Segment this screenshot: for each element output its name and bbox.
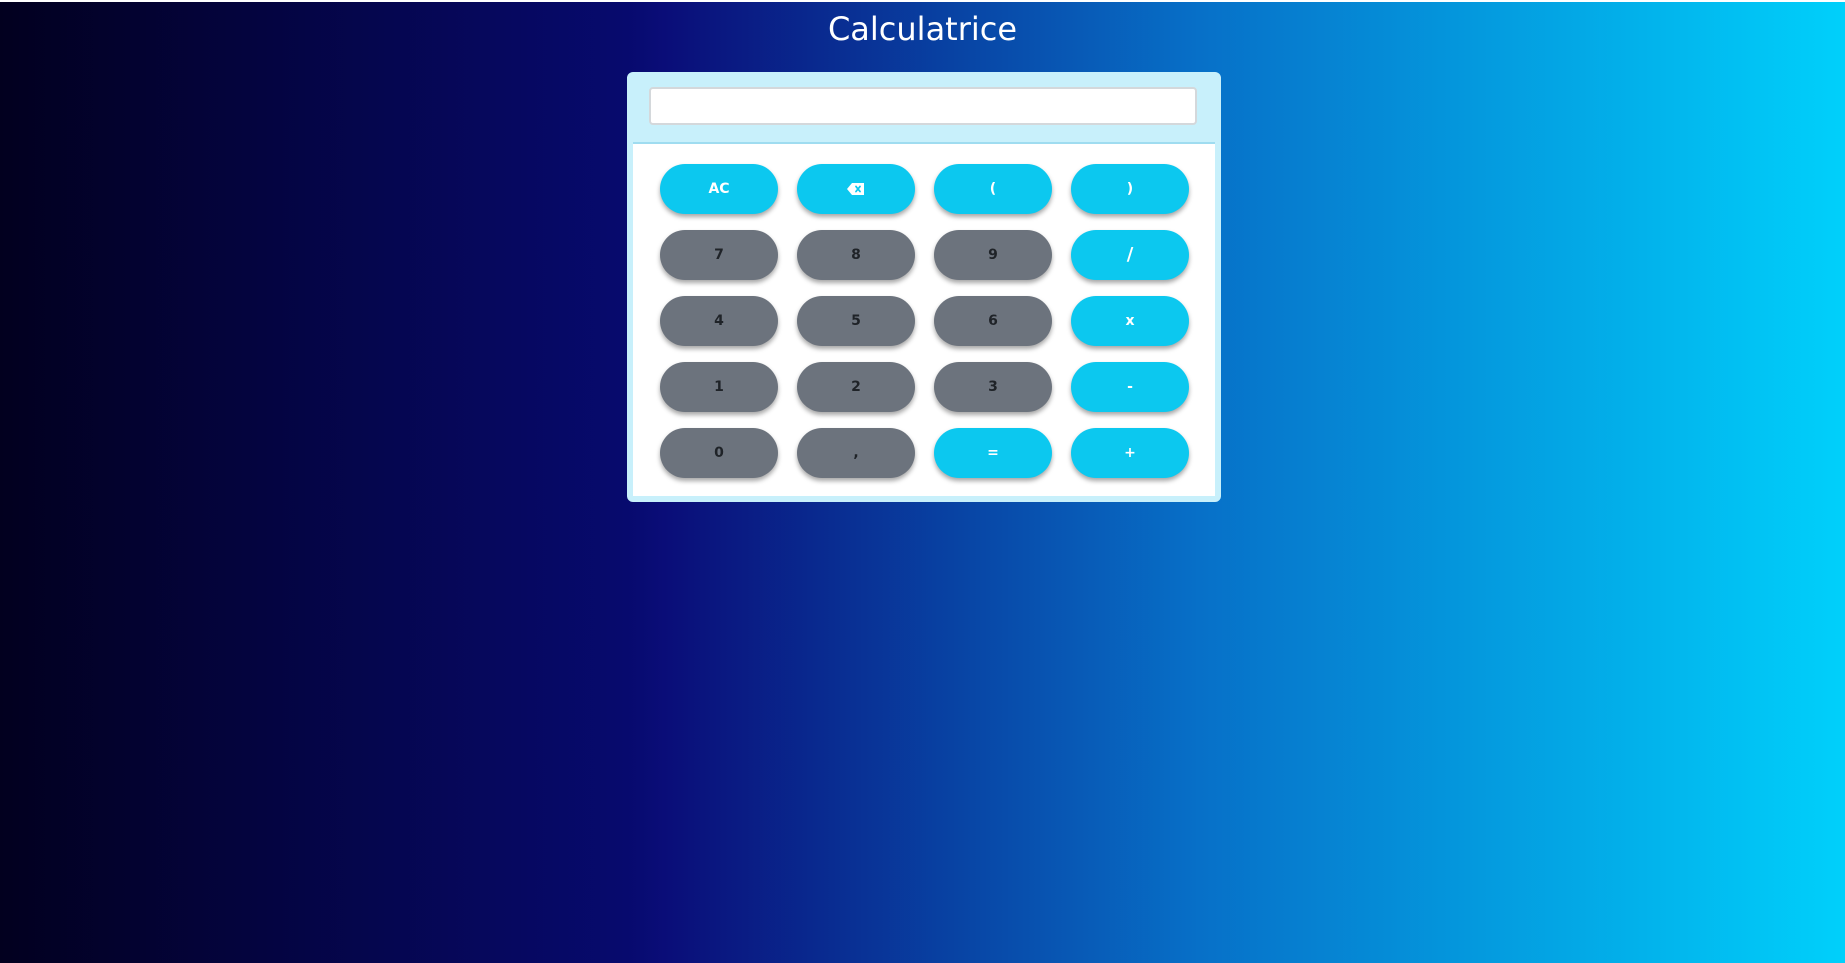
digit-1-button[interactable]: 1 [660, 362, 778, 412]
display-panel [633, 78, 1215, 144]
clear-button[interactable]: AC [660, 164, 778, 214]
comma-button[interactable]: , [797, 428, 915, 478]
digit-8-button[interactable]: 8 [797, 230, 915, 280]
calculator: AC ( ) 7 8 9 / 4 5 6 x 1 2 3 - 0 , = + [627, 72, 1221, 502]
digit-9-button[interactable]: 9 [934, 230, 1052, 280]
backspace-button[interactable] [797, 164, 915, 214]
minus-button[interactable]: - [1071, 362, 1189, 412]
digit-5-button[interactable]: 5 [797, 296, 915, 346]
plus-button[interactable]: + [1071, 428, 1189, 478]
top-border-line [0, 0, 1845, 2]
backspace-icon [847, 182, 865, 196]
open-paren-button[interactable]: ( [934, 164, 1052, 214]
divide-button[interactable]: / [1071, 230, 1189, 280]
digit-2-button[interactable]: 2 [797, 362, 915, 412]
digit-3-button[interactable]: 3 [934, 362, 1052, 412]
calculator-display-input[interactable] [649, 87, 1197, 125]
digit-0-button[interactable]: 0 [660, 428, 778, 478]
multiply-button[interactable]: x [1071, 296, 1189, 346]
equals-button[interactable]: = [934, 428, 1052, 478]
page-title: Calculatrice [827, 10, 1018, 48]
digit-6-button[interactable]: 6 [934, 296, 1052, 346]
digit-4-button[interactable]: 4 [660, 296, 778, 346]
close-paren-button[interactable]: ) [1071, 164, 1189, 214]
digit-7-button[interactable]: 7 [660, 230, 778, 280]
